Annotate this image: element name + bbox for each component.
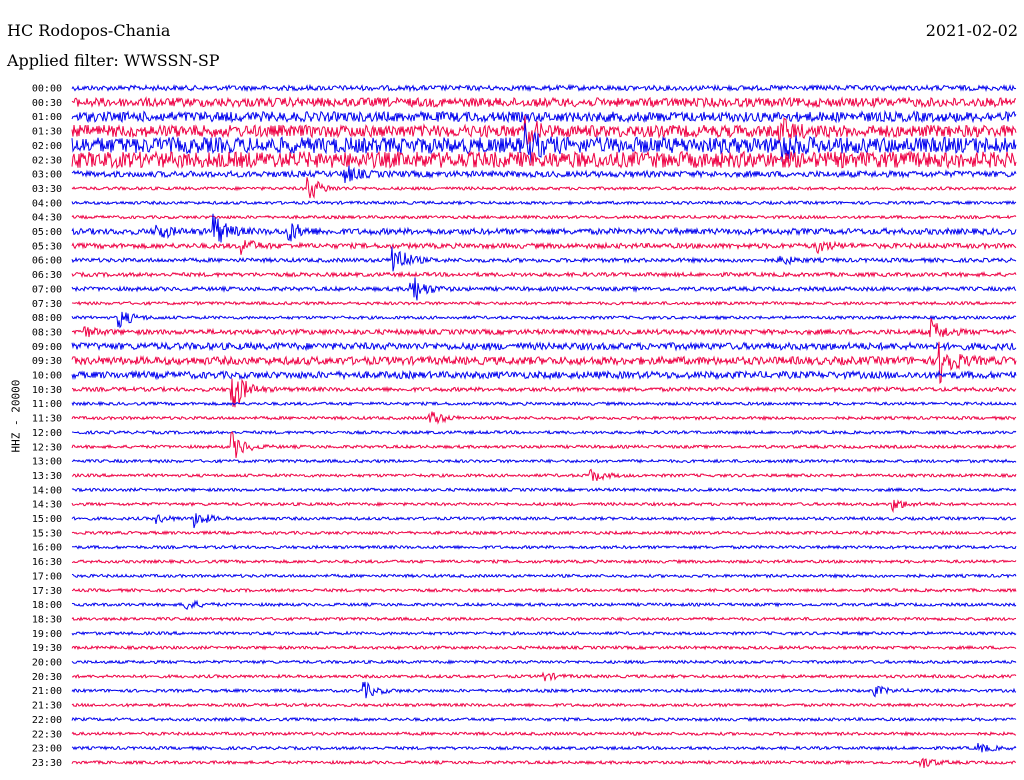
time-label-0030: 00:30 <box>32 98 62 109</box>
trace-0630 <box>71 270 1017 279</box>
time-label-2200: 22:00 <box>32 715 62 726</box>
time-label-2230: 22:30 <box>32 729 62 740</box>
trace-0030 <box>71 96 1017 109</box>
trace-0900 <box>71 341 1017 352</box>
time-label-1230: 12:30 <box>32 442 62 453</box>
time-label-2330: 23:30 <box>32 758 62 769</box>
trace-2100 <box>71 681 1017 699</box>
seismogram-plot: 00:00 00:30 01:00 01:30 02:00 02:30 03:00 03:30… <box>32 83 1017 769</box>
time-label-0500: 05:00 <box>32 227 62 238</box>
time-label-1130: 11:30 <box>32 414 62 425</box>
trace-1530 <box>71 529 1017 536</box>
trace-1130 <box>71 411 1017 425</box>
time-label-2300: 23:00 <box>32 744 62 755</box>
time-label-0930: 09:30 <box>32 356 62 367</box>
trace-1330 <box>71 468 1017 481</box>
time-label-1030: 10:30 <box>32 385 62 396</box>
trace-0700 <box>71 277 1017 301</box>
trace-2030 <box>71 671 1017 682</box>
time-label-1930: 19:30 <box>32 643 62 654</box>
trace-0730 <box>71 300 1017 307</box>
time-label-0900: 09:00 <box>32 342 62 353</box>
trace-1500 <box>71 513 1017 529</box>
trace-0000 <box>71 83 1017 93</box>
trace-2330 <box>71 757 1017 769</box>
trace-1900 <box>71 630 1017 637</box>
trace-0500 <box>71 213 1017 243</box>
trace-0530 <box>71 239 1017 255</box>
time-label-0100: 01:00 <box>32 112 62 123</box>
trace-0300 <box>71 165 1017 184</box>
time-label-0330: 03:30 <box>32 184 62 195</box>
time-label-1430: 14:30 <box>32 500 62 511</box>
trace-2230 <box>71 730 1017 737</box>
trace-0400 <box>71 199 1017 206</box>
time-label-2130: 21:30 <box>32 701 62 712</box>
trace-1630 <box>71 558 1017 565</box>
trace-0330 <box>71 177 1017 199</box>
time-label-2030: 20:30 <box>32 672 62 683</box>
time-label-2100: 21:00 <box>32 686 62 697</box>
time-label-0400: 04:00 <box>32 198 62 209</box>
trace-1430 <box>71 499 1017 514</box>
time-label-0230: 02:30 <box>32 155 62 166</box>
trace-1800 <box>71 599 1017 611</box>
time-label-0530: 05:30 <box>32 241 62 252</box>
time-label-1200: 12:00 <box>32 428 62 439</box>
trace-0600 <box>71 246 1017 272</box>
time-label-1100: 11:00 <box>32 399 62 410</box>
time-label-1300: 13:00 <box>32 457 62 468</box>
trace-0800 <box>71 311 1017 329</box>
time-label-1730: 17:30 <box>32 586 62 597</box>
time-label-0000: 00:00 <box>32 84 62 95</box>
time-label-0600: 06:00 <box>32 256 62 267</box>
time-label-1630: 16:30 <box>32 557 62 568</box>
time-label-0430: 04:30 <box>32 213 62 224</box>
time-label-2000: 20:00 <box>32 658 62 669</box>
time-label-1530: 15:30 <box>32 528 62 539</box>
time-label-1500: 15:00 <box>32 514 62 525</box>
trace-2000 <box>71 659 1017 665</box>
trace-0830 <box>71 318 1017 338</box>
time-label-1800: 18:00 <box>32 600 62 611</box>
seismogram-traces <box>71 83 1017 769</box>
trace-1100 <box>71 400 1017 407</box>
trace-2300 <box>71 743 1017 753</box>
time-label-1600: 16:00 <box>32 543 62 554</box>
trace-1200 <box>71 429 1017 436</box>
time-label-0730: 07:30 <box>32 299 62 310</box>
trace-0100 <box>71 109 1017 124</box>
time-label-0700: 07:00 <box>32 284 62 295</box>
time-label-1400: 14:00 <box>32 485 62 496</box>
trace-1700 <box>71 573 1017 579</box>
trace-1600 <box>72 544 1017 551</box>
time-label-1330: 13:30 <box>32 471 62 482</box>
trace-1000 <box>71 369 1017 381</box>
trace-2200 <box>71 716 1017 723</box>
time-label-0630: 06:30 <box>32 270 62 281</box>
time-tick-labels: 00:00 00:30 01:00 01:30 02:00 02:30 03:00 03:30… <box>32 84 62 769</box>
time-label-0800: 08:00 <box>32 313 62 324</box>
time-label-0830: 08:30 <box>32 327 62 338</box>
time-label-1700: 17:00 <box>32 571 62 582</box>
trace-1830 <box>71 616 1017 622</box>
time-label-0300: 03:00 <box>32 170 62 181</box>
trace-1730 <box>71 587 1017 594</box>
time-label-0130: 01:30 <box>32 127 62 138</box>
trace-1230 <box>71 431 1017 458</box>
trace-2130 <box>71 702 1017 708</box>
time-label-1830: 18:30 <box>32 614 62 625</box>
time-label-1900: 19:00 <box>32 629 62 640</box>
trace-1930 <box>71 644 1017 651</box>
time-label-0200: 02:00 <box>32 141 62 152</box>
trace-1300 <box>71 458 1017 464</box>
trace-1400 <box>71 486 1017 493</box>
time-label-1000: 10:00 <box>32 371 62 382</box>
